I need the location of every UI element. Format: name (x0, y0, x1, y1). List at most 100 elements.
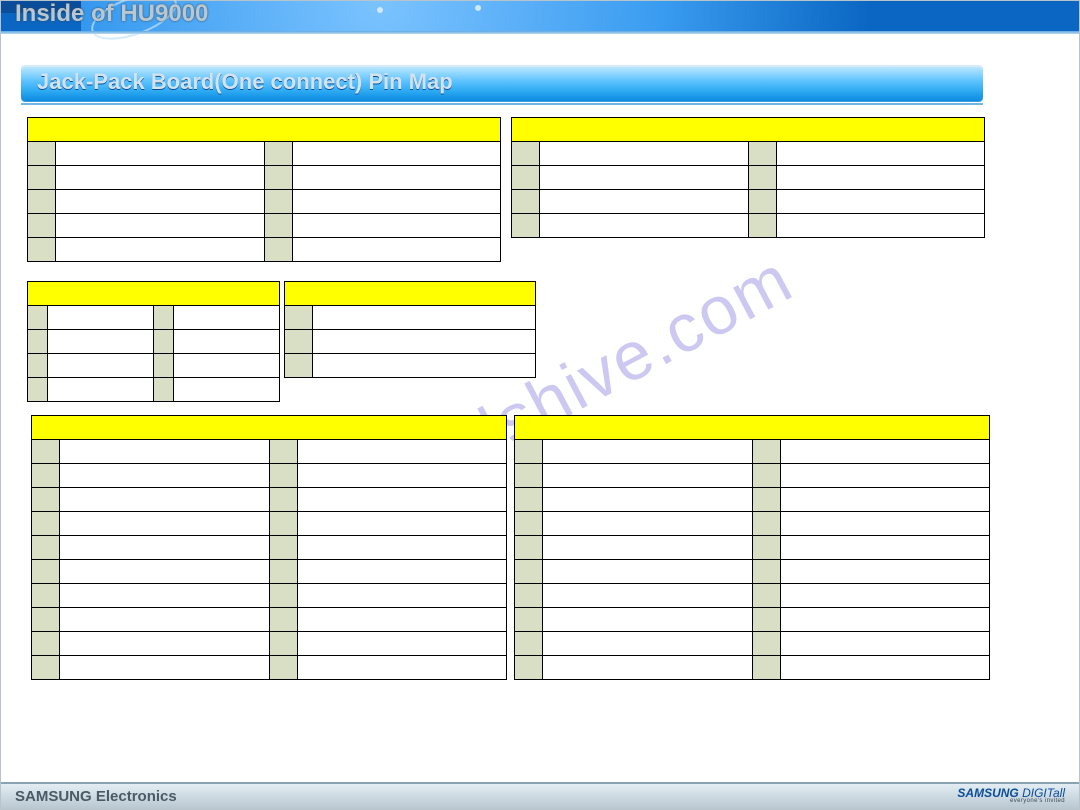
pin-value-cell (60, 464, 270, 488)
page-title: Inside of HU9000 (15, 1, 208, 31)
pin-value-cell (60, 608, 270, 632)
table-row (32, 632, 507, 656)
pin-value-cell (297, 584, 507, 608)
pin-index-cell (752, 656, 780, 680)
table-row (32, 488, 507, 512)
pin-value-cell (297, 656, 507, 680)
pin-value-cell (313, 354, 536, 378)
pin-value-cell (60, 584, 270, 608)
pin-value-cell (540, 142, 749, 166)
pin-value-cell (60, 488, 270, 512)
pin-value-cell (780, 584, 990, 608)
pin-value-cell (297, 536, 507, 560)
pin-value-cell (292, 238, 501, 262)
table-row (32, 656, 507, 680)
pin-value-cell (776, 166, 985, 190)
pin-index-cell (752, 440, 780, 464)
pin-index-cell (32, 608, 60, 632)
pin-value-cell (780, 440, 990, 464)
pin-value-cell (60, 440, 270, 464)
pin-index-cell (512, 214, 540, 238)
pin-value-cell (543, 584, 753, 608)
table-row (515, 440, 990, 464)
pin-index-cell (515, 584, 543, 608)
pin-value-cell (780, 560, 990, 584)
pin-value-cell (292, 214, 501, 238)
pin-index-cell (269, 656, 297, 680)
pin-index-cell (32, 464, 60, 488)
pin-value-cell (780, 632, 990, 656)
pin-value-cell (48, 306, 154, 330)
pin-index-cell (752, 608, 780, 632)
table-row (28, 306, 280, 330)
pin-value-cell (780, 656, 990, 680)
table-header (28, 282, 280, 306)
pin-index-cell (264, 142, 292, 166)
section-bar: Jack-Pack Board(One connect) Pin Map (21, 65, 983, 101)
pin-index-cell (154, 378, 174, 402)
pin-value-cell (297, 632, 507, 656)
pin-index-cell (28, 214, 56, 238)
table-row (515, 536, 990, 560)
pin-index-cell (269, 488, 297, 512)
pin-value-cell (56, 214, 265, 238)
pin-value-cell (776, 190, 985, 214)
pin-index-cell (748, 190, 776, 214)
pin-index-cell (154, 330, 174, 354)
pin-index-cell (515, 464, 543, 488)
pin-value-cell (780, 512, 990, 536)
table-row (515, 584, 990, 608)
header-band: Inside of HU9000 (1, 1, 1079, 31)
pin-index-cell (28, 166, 56, 190)
pin-value-cell (60, 560, 270, 584)
pin-index-cell (269, 440, 297, 464)
pin-index-cell (154, 306, 174, 330)
pin-index-cell (32, 584, 60, 608)
pin-index-cell (32, 440, 60, 464)
pin-index-cell (32, 560, 60, 584)
pin-index-cell (515, 512, 543, 536)
table-row (32, 608, 507, 632)
table-row (512, 214, 985, 238)
table-row (515, 464, 990, 488)
pin-value-cell (543, 560, 753, 584)
brand-sub: everyone's invited (1010, 799, 1065, 804)
pin-value-cell (540, 214, 749, 238)
pin-value-cell (174, 330, 280, 354)
pin-index-cell (748, 142, 776, 166)
pin-index-cell (515, 608, 543, 632)
pin-index-cell (752, 488, 780, 512)
pin-index-cell (515, 536, 543, 560)
pin-value-cell (543, 440, 753, 464)
table-row (28, 166, 501, 190)
footer-brand: SAMSUNG DIGITall everyone's invited (957, 788, 1065, 804)
pinmap-table-1 (27, 117, 501, 262)
pin-index-cell (752, 632, 780, 656)
pin-value-cell (780, 536, 990, 560)
table-row (28, 238, 501, 262)
pin-value-cell (297, 560, 507, 584)
table-row (28, 214, 501, 238)
pin-index-cell (285, 306, 313, 330)
pin-value-cell (543, 536, 753, 560)
pin-index-cell (28, 306, 48, 330)
table-header (285, 282, 536, 306)
pin-value-cell (60, 632, 270, 656)
pin-index-cell (515, 488, 543, 512)
table-row (32, 512, 507, 536)
pin-value-cell (780, 488, 990, 512)
pin-value-cell (292, 166, 501, 190)
pin-value-cell (297, 512, 507, 536)
pin-value-cell (48, 330, 154, 354)
pinmap-table-3 (27, 281, 280, 402)
pin-index-cell (32, 632, 60, 656)
pin-value-cell (48, 354, 154, 378)
pin-index-cell (264, 190, 292, 214)
table-row (515, 560, 990, 584)
table-row (515, 608, 990, 632)
pin-index-cell (285, 354, 313, 378)
dot-decoration (475, 5, 481, 11)
section-title: Jack-Pack Board(One connect) Pin Map (37, 69, 453, 95)
table-row (515, 656, 990, 680)
pin-value-cell (543, 512, 753, 536)
